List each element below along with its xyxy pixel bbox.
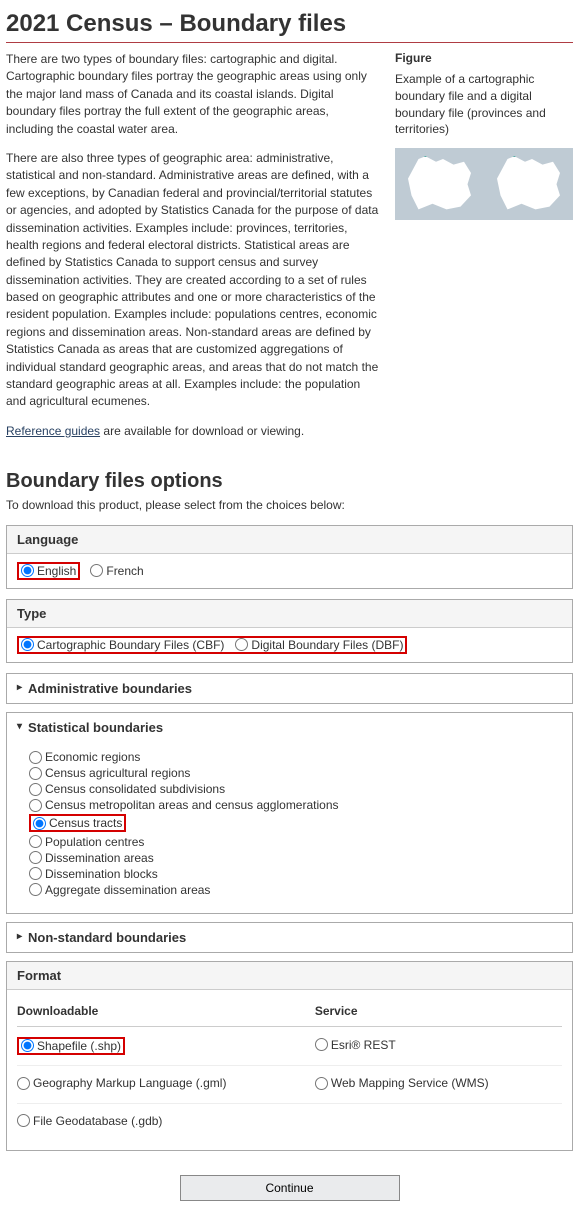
language-panel: Language English French: [6, 525, 573, 589]
stat-item-cma-ca[interactable]: Census metropolitan areas and census agg…: [29, 798, 562, 812]
stat-item-dissemination-areas[interactable]: Dissemination areas: [29, 851, 562, 865]
statistical-boundaries-section[interactable]: Statistical boundaries Economic regions …: [6, 712, 573, 914]
stat-item-census-tracts[interactable]: Census tracts: [33, 816, 122, 830]
stat-radio-4[interactable]: [33, 817, 46, 830]
stat-radio-6[interactable]: [29, 851, 42, 864]
format-gml-radio[interactable]: [17, 1077, 30, 1090]
reference-guides-link[interactable]: Reference guides: [6, 424, 100, 438]
options-heading: Boundary files options: [6, 470, 573, 493]
format-shp-radio[interactable]: [21, 1039, 34, 1052]
intro-paragraph-2: There are also three types of geographic…: [6, 150, 379, 411]
format-shapefile-highlight: Shapefile (.shp): [17, 1037, 125, 1055]
format-wms-radio[interactable]: [315, 1077, 328, 1090]
type-panel: Type Cartographic Boundary Files (CBF) D…: [6, 599, 573, 664]
type-legend: Type: [7, 600, 572, 628]
stat-item-economic-regions[interactable]: Economic regions: [29, 750, 562, 764]
stat-item-aggregate-dissemination-areas[interactable]: Aggregate dissemination areas: [29, 883, 562, 897]
format-col-service: Service: [315, 1000, 562, 1027]
language-english-label: English: [37, 564, 76, 578]
language-french-label: French: [106, 564, 143, 578]
figure-image: [395, 148, 573, 220]
figure-description: Example of a cartographic boundary file …: [395, 71, 573, 138]
figure-aside: Figure Example of a cartographic boundar…: [395, 51, 573, 452]
language-legend: Language: [7, 526, 572, 554]
language-english-radio[interactable]: [21, 564, 34, 577]
map-digital-icon: [494, 156, 564, 212]
type-highlight: Cartographic Boundary Files (CBF) Digita…: [17, 636, 407, 654]
options-instruction: To download this product, please select …: [6, 497, 573, 514]
format-legend: Format: [7, 962, 572, 990]
format-shp-label: Shapefile (.shp): [37, 1039, 121, 1053]
stat-radio-8[interactable]: [29, 883, 42, 896]
continue-button[interactable]: Continue: [180, 1175, 400, 1201]
administrative-boundaries-section[interactable]: Administrative boundaries: [6, 673, 573, 704]
administrative-boundaries-summary[interactable]: Administrative boundaries: [7, 674, 572, 703]
language-english-highlight: English: [17, 562, 80, 580]
stat-item-consolidated-subdivisions[interactable]: Census consolidated subdivisions: [29, 782, 562, 796]
map-cartographic-icon: [405, 156, 475, 212]
stat-radio-5[interactable]: [29, 835, 42, 848]
type-cbf-radio[interactable]: [21, 638, 34, 651]
format-panel: Format Downloadable Service Shapefile (.…: [6, 961, 573, 1152]
type-cbf-label: Cartographic Boundary Files (CBF): [37, 638, 224, 652]
statistical-boundaries-summary[interactable]: Statistical boundaries: [7, 713, 572, 742]
stat-item-dissemination-blocks[interactable]: Dissemination blocks: [29, 867, 562, 881]
format-gdb-label: File Geodatabase (.gdb): [33, 1114, 162, 1128]
type-dbf-label: Digital Boundary Files (DBF): [251, 638, 403, 652]
type-dbf-radio[interactable]: [235, 638, 248, 651]
stat-radio-0[interactable]: [29, 751, 42, 764]
format-col-downloadable: Downloadable: [17, 1000, 315, 1027]
intro-text: There are two types of boundary files: c…: [6, 51, 379, 452]
format-gml-label: Geography Markup Language (.gml): [33, 1076, 226, 1090]
format-esri-radio[interactable]: [315, 1038, 328, 1051]
nonstandard-boundaries-summary[interactable]: Non-standard boundaries: [7, 923, 572, 952]
stat-radio-7[interactable]: [29, 867, 42, 880]
nonstandard-boundaries-section[interactable]: Non-standard boundaries: [6, 922, 573, 953]
figure-title: Figure: [395, 51, 573, 65]
intro-paragraph-1: There are two types of boundary files: c…: [6, 51, 379, 138]
stat-radio-1[interactable]: [29, 767, 42, 780]
page-title: 2021 Census – Boundary files: [6, 10, 573, 43]
reference-line: Reference guides are available for downl…: [6, 423, 379, 440]
language-french-radio[interactable]: [90, 564, 103, 577]
format-wms-label: Web Mapping Service (WMS): [331, 1076, 489, 1090]
stat-item-population-centres[interactable]: Population centres: [29, 835, 562, 849]
format-esri-label: Esri® REST: [331, 1038, 396, 1052]
format-gdb-radio[interactable]: [17, 1114, 30, 1127]
stat-radio-2[interactable]: [29, 783, 42, 796]
stat-item-agricultural-regions[interactable]: Census agricultural regions: [29, 766, 562, 780]
stat-radio-3[interactable]: [29, 799, 42, 812]
stat-census-tracts-highlight: Census tracts: [29, 814, 126, 832]
